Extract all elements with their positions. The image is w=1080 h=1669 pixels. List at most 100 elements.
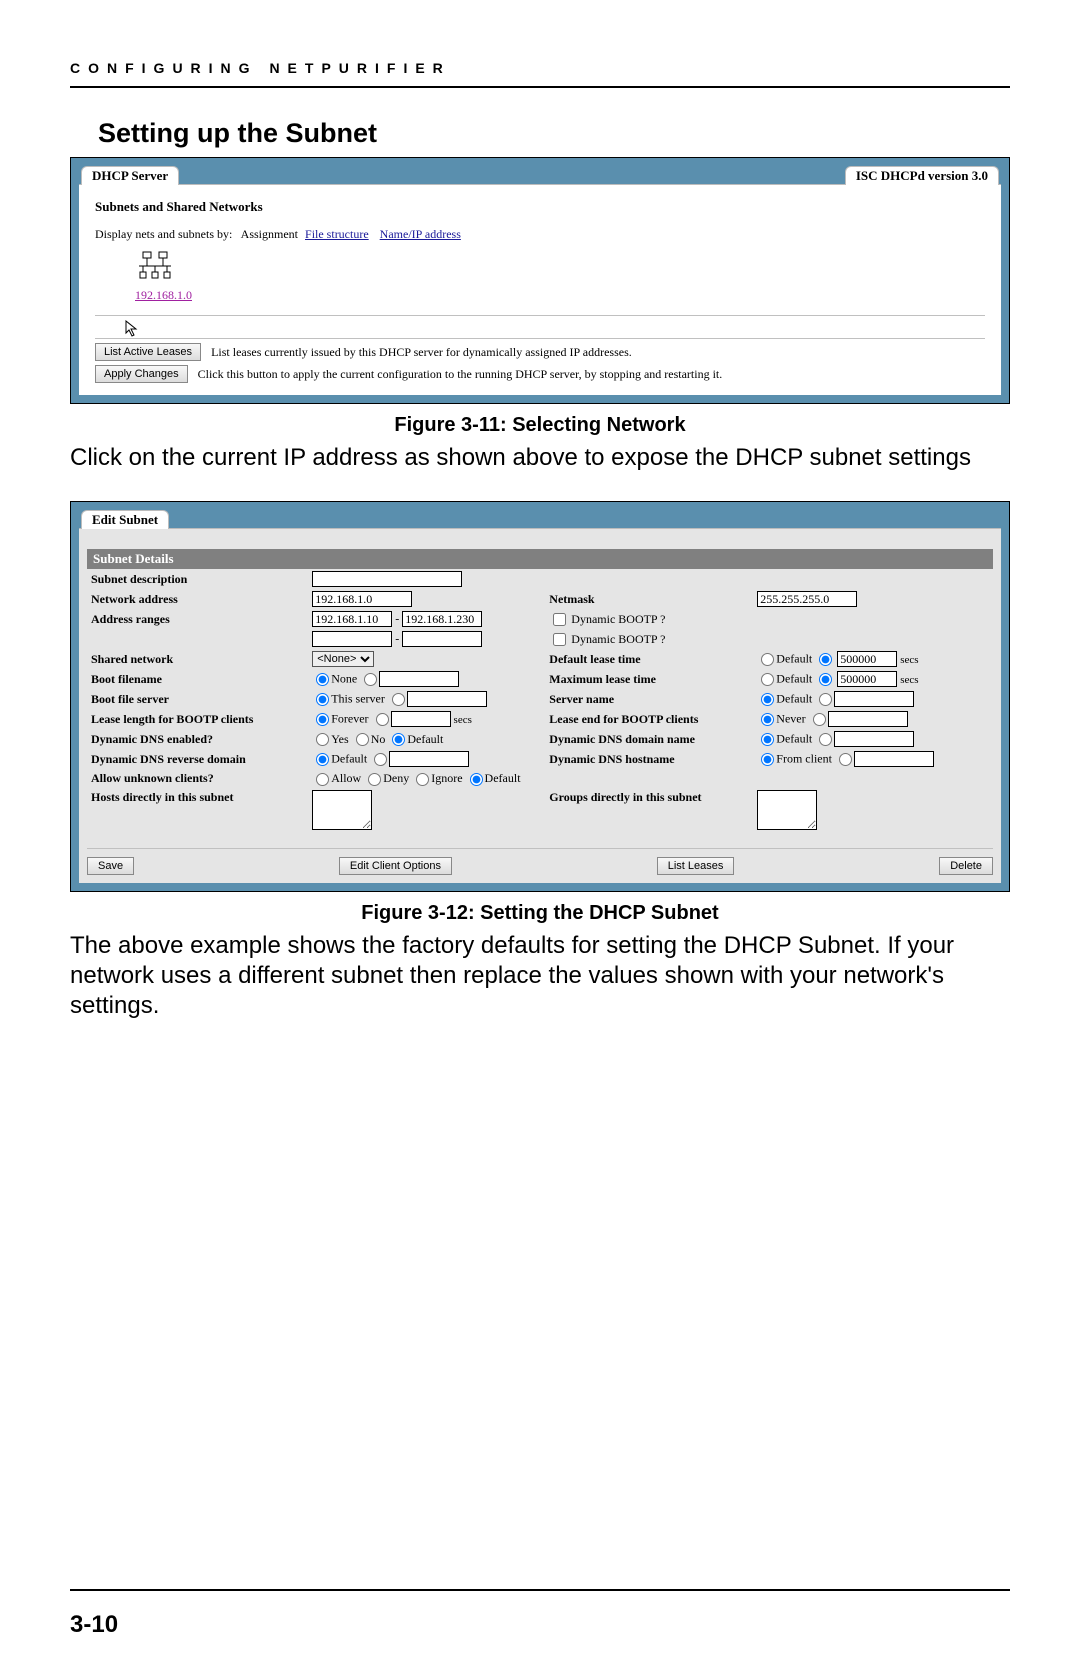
input-subnet-desc[interactable]: [312, 571, 462, 587]
fig1-row-listleases: List Active Leases List leases currently…: [95, 343, 985, 361]
apply-changes-button[interactable]: Apply Changes: [95, 365, 188, 383]
radio-dyndnshost-custom[interactable]: [839, 753, 852, 766]
lbl-dyn-bootp-2: Dynamic BOOTP ?: [571, 632, 665, 646]
save-button[interactable]: Save: [87, 857, 134, 875]
lbl-hosts-direct: Hosts directly in this subnet: [87, 788, 308, 836]
figure-2-screenshot: Edit Subnet Subnet Details Subnet descri…: [70, 501, 1010, 892]
fig2-subnet-details-bar: Subnet Details: [87, 549, 993, 569]
lbl-groups-direct: Groups directly in this subnet: [545, 788, 753, 836]
radio-default-lease-custom[interactable]: [819, 653, 832, 666]
fig1-network-link[interactable]: 192.168.1.0: [135, 288, 985, 303]
divider-bottom: [70, 1589, 1010, 1591]
radio-dyndnsrev-default[interactable]: [316, 753, 329, 766]
input-groups-direct[interactable]: [757, 790, 817, 830]
radio-max-lease-default[interactable]: [761, 673, 774, 686]
radio-leaseend-never[interactable]: [761, 713, 774, 726]
lbl-netmask: Netmask: [545, 589, 753, 609]
radio-dyndnshost-fromclient[interactable]: [761, 753, 774, 766]
radio-bootserver-custom[interactable]: [392, 693, 405, 706]
radio-unknown-default[interactable]: [470, 773, 483, 786]
fig1-tab-dhcp-server[interactable]: DHCP Server: [81, 166, 179, 185]
radio-unknown-allow[interactable]: [316, 773, 329, 786]
radio-unknown-ignore[interactable]: [416, 773, 429, 786]
figure-2-caption: Figure 3-12: Setting the DHCP Subnet: [70, 902, 1010, 925]
radio-dyndnsdom-custom[interactable]: [819, 733, 832, 746]
list-active-leases-button[interactable]: List Active Leases: [95, 343, 201, 361]
radio-max-lease-custom[interactable]: [819, 673, 832, 686]
radio-bootfile-custom[interactable]: [364, 673, 377, 686]
figure-1-caption: Figure 3-11: Selecting Network: [70, 414, 1010, 437]
radio-bootserver-this[interactable]: [316, 693, 329, 706]
fig1-divider-2: [95, 338, 985, 339]
radio-leaseend-custom[interactable]: [813, 713, 826, 726]
lbl-address-ranges: Address ranges: [87, 609, 308, 629]
fig1-row-apply: Apply Changes Click this button to apply…: [95, 365, 985, 383]
lbl-lease-end-bootp: Lease end for BOOTP clients: [545, 709, 753, 729]
input-max-lease[interactable]: [837, 671, 897, 687]
input-range-start-2[interactable]: [312, 631, 392, 647]
input-bootserver[interactable]: [407, 691, 487, 707]
lbl-allow-unknown: Allow unknown clients?: [87, 769, 308, 788]
fig1-link-filestructure[interactable]: File structure: [305, 227, 369, 241]
fig1-content: Subnets and Shared Networks Display nets…: [79, 184, 1001, 395]
lbl-dyn-dns-domain: Dynamic DNS domain name: [545, 729, 753, 749]
fig2-tab-edit-subnet[interactable]: Edit Subnet: [81, 510, 169, 529]
input-netmask[interactable]: [757, 591, 857, 607]
delete-button[interactable]: Delete: [939, 857, 993, 875]
input-servername[interactable]: [834, 691, 914, 707]
paragraph-2: The above example shows the factory defa…: [70, 931, 1010, 1021]
fig1-link-nameip[interactable]: Name/IP address: [380, 227, 461, 241]
radio-dyndns-no[interactable]: [356, 733, 369, 746]
list-leases-button[interactable]: List Leases: [657, 857, 735, 875]
input-leaselen[interactable]: [391, 711, 451, 727]
lbl-boot-file-server: Boot file server: [87, 689, 308, 709]
radio-dyndnsrev-custom[interactable]: [374, 753, 387, 766]
lbl-dyn-dns-revdom: Dynamic DNS reverse domain: [87, 749, 308, 769]
lbl-server-name: Server name: [545, 689, 753, 709]
chk-dyn-bootp-1[interactable]: [553, 613, 566, 626]
radio-leaselen-forever[interactable]: [316, 713, 329, 726]
radio-leaselen-custom[interactable]: [376, 713, 389, 726]
radio-default-lease-default[interactable]: [761, 653, 774, 666]
fig2-footer-buttons: Save Edit Client Options List Leases Del…: [87, 857, 993, 875]
fig1-divider: [95, 315, 985, 316]
lbl-default-lease: Default lease time: [545, 649, 753, 669]
fig1-tab-row: DHCP Server ISC DHCPd version 3.0: [79, 166, 1001, 185]
fig1-display-label: Display nets and subnets by:: [95, 227, 232, 241]
radio-dyndns-default[interactable]: [392, 733, 405, 746]
input-leaseend[interactable]: [828, 711, 908, 727]
fig1-tab-version: ISC DHCPd version 3.0: [845, 166, 999, 185]
lbl-shared-net: Shared network: [87, 649, 308, 669]
input-dyndnshost[interactable]: [854, 751, 934, 767]
input-dyndnsdom[interactable]: [834, 731, 914, 747]
list-active-leases-desc: List leases currently issued by this DHC…: [211, 345, 632, 360]
fig1-display-row: Display nets and subnets by: Assignment …: [95, 227, 985, 242]
input-hosts-direct[interactable]: [312, 790, 372, 830]
fig1-assignment: Assignment: [241, 227, 298, 241]
lbl-lease-len-bootp: Lease length for BOOTP clients: [87, 709, 308, 729]
input-bootfile[interactable]: [379, 671, 459, 687]
radio-dyndns-yes[interactable]: [316, 733, 329, 746]
lbl-max-lease: Maximum lease time: [545, 669, 753, 689]
edit-client-options-button[interactable]: Edit Client Options: [339, 857, 452, 875]
radio-bootfile-none[interactable]: [316, 673, 329, 686]
page: CONFIGURING NETPURIFIER Setting up the S…: [0, 0, 1080, 1669]
page-number: 3-10: [70, 1611, 118, 1639]
radio-dyndnsdom-default[interactable]: [761, 733, 774, 746]
input-network-addr[interactable]: [312, 591, 412, 607]
section-title: Setting up the Subnet: [98, 118, 1010, 149]
input-range-end-2[interactable]: [402, 631, 482, 647]
radio-servername-custom[interactable]: [819, 693, 832, 706]
input-range-end[interactable]: [402, 611, 482, 627]
fig2-divider: [87, 848, 993, 849]
input-dyndnsrev[interactable]: [389, 751, 469, 767]
input-range-start[interactable]: [312, 611, 392, 627]
paragraph-1: Click on the current IP address as shown…: [70, 443, 1010, 473]
input-default-lease[interactable]: [837, 651, 897, 667]
radio-servername-default[interactable]: [761, 693, 774, 706]
radio-unknown-deny[interactable]: [368, 773, 381, 786]
divider-top: [70, 86, 1010, 88]
select-shared-net[interactable]: <None>: [312, 651, 374, 667]
chk-dyn-bootp-2[interactable]: [553, 633, 566, 646]
figure-1-screenshot: DHCP Server ISC DHCPd version 3.0 Subnet…: [70, 157, 1010, 404]
